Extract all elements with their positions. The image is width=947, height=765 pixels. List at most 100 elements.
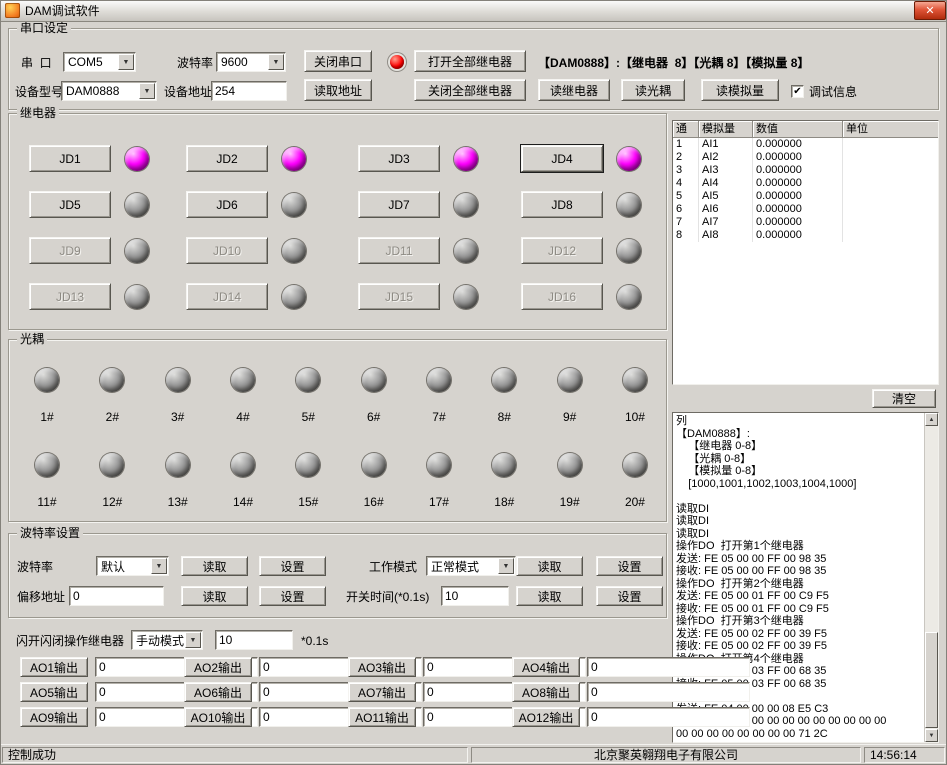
analog-table: 通模拟量数值单位 1AI10.0000002AI20.0000003AI30.0… xyxy=(672,120,939,385)
log-line: 【DAM0888】: xyxy=(676,428,923,441)
scroll-up-icon[interactable]: ▲ xyxy=(925,413,938,426)
ao-button-ao2[interactable]: AO2输出 xyxy=(184,657,252,677)
relay-button-jd10[interactable]: JD10 xyxy=(186,237,268,264)
opto-channel-label: 16# xyxy=(364,495,384,509)
chevron-down-icon[interactable]: ▼ xyxy=(139,83,155,99)
chevron-down-icon[interactable]: ▼ xyxy=(498,558,514,574)
serial-status-led xyxy=(390,55,404,69)
opto-led-12 xyxy=(100,453,124,477)
close-all-relays-button[interactable]: 关闭全部继电器 xyxy=(414,79,526,101)
relay-cell: JD11 xyxy=(358,237,521,264)
relay-button-jd9[interactable]: JD9 xyxy=(29,237,111,264)
relay-button-jd8[interactable]: JD8 xyxy=(521,191,603,218)
ao-button-ao6[interactable]: AO6输出 xyxy=(184,682,252,702)
address-input[interactable] xyxy=(211,81,287,101)
flash-time-input[interactable] xyxy=(215,630,293,650)
clear-button[interactable]: 清空 xyxy=(872,389,936,408)
close-button[interactable]: ✕ xyxy=(914,1,946,20)
log-line: 接收: FE 05 00 01 FF 00 C9 F5 xyxy=(676,603,923,616)
switch-time-set-button[interactable]: 设置 xyxy=(596,586,663,606)
chevron-down-icon[interactable]: ▼ xyxy=(151,558,167,574)
opto-channel-label: 15# xyxy=(298,495,318,509)
scroll-thumb[interactable] xyxy=(925,632,938,728)
relay-cell: JD9 xyxy=(29,237,186,264)
chevron-down-icon[interactable]: ▼ xyxy=(185,632,201,648)
relay-button-jd15[interactable]: JD15 xyxy=(358,283,440,310)
opto-channel: 15# xyxy=(288,453,328,509)
opto-channel: 19# xyxy=(550,453,590,509)
ao-input-ao8[interactable] xyxy=(587,682,750,702)
opto-led-17 xyxy=(427,453,451,477)
relay-button-jd6[interactable]: JD6 xyxy=(186,191,268,218)
read-analog-button[interactable]: 读模拟量 xyxy=(701,79,779,101)
ao-button-ao1[interactable]: AO1输出 xyxy=(20,657,88,677)
relay-button-jd14[interactable]: JD14 xyxy=(186,283,268,310)
scroll-down-icon[interactable]: ▼ xyxy=(925,729,938,742)
opto-channel-label: 1# xyxy=(40,410,53,424)
debug-info-checkbox[interactable]: ✔ 调试信息 xyxy=(791,83,857,100)
relay-button-jd3[interactable]: JD3 xyxy=(358,145,440,172)
chevron-down-icon[interactable]: ▼ xyxy=(268,54,284,70)
relay-cell: JD12 xyxy=(521,237,659,264)
device-summary: 【DAM0888】:【继电器 8】【光耦 8】【模拟量 8】 xyxy=(538,56,809,71)
relay-button-jd7[interactable]: JD7 xyxy=(358,191,440,218)
ao-button-ao5[interactable]: AO5输出 xyxy=(20,682,88,702)
check-icon: ✔ xyxy=(793,86,801,97)
relay-cell: JD6 xyxy=(186,191,358,218)
ao-input-ao4[interactable] xyxy=(587,657,750,677)
switch-time-input[interactable] xyxy=(441,586,509,606)
baudrate-set-button[interactable]: 设置 xyxy=(259,556,326,576)
ao-button-ao12[interactable]: AO12输出 xyxy=(512,707,580,727)
switch-time-read-button[interactable]: 读取 xyxy=(516,586,583,606)
relay-button-jd1[interactable]: JD1 xyxy=(29,145,111,172)
relay-button-jd4[interactable]: JD4 xyxy=(521,145,603,172)
relay-button-jd12[interactable]: JD12 xyxy=(521,237,603,264)
baudrate-value: 默认 xyxy=(101,558,125,575)
port-select[interactable]: COM5 ▼ xyxy=(63,52,136,72)
relay-button-jd13[interactable]: JD13 xyxy=(29,283,111,310)
ao-button-ao11[interactable]: AO11输出 xyxy=(348,707,416,727)
read-relay-button[interactable]: 读继电器 xyxy=(538,79,610,101)
log-line: 操作DO 打开第1个继电器 xyxy=(676,540,923,553)
ao-input-ao12[interactable] xyxy=(587,707,750,727)
opto-channel: 17# xyxy=(419,453,459,509)
opto-led-8 xyxy=(492,368,516,392)
ao-button-ao3[interactable]: AO3输出 xyxy=(348,657,416,677)
offset-input[interactable] xyxy=(69,586,164,606)
ao-button-ao4[interactable]: AO4输出 xyxy=(512,657,580,677)
chevron-down-icon[interactable]: ▼ xyxy=(118,54,134,70)
relay-cell: JD7 xyxy=(358,191,521,218)
ao-button-ao8[interactable]: AO8输出 xyxy=(512,682,580,702)
ao-button-ao9[interactable]: AO9输出 xyxy=(20,707,88,727)
ao-cell: AO4输出 xyxy=(512,657,663,677)
log-line: 【光耦 0-8】 xyxy=(676,453,923,466)
read-address-button[interactable]: 读取地址 xyxy=(304,79,372,101)
baudrate-read-button[interactable]: 读取 xyxy=(181,556,248,576)
open-all-relays-button[interactable]: 打开全部继电器 xyxy=(414,50,526,72)
relay-cell: JD15 xyxy=(358,283,521,310)
ao-cell: AO6输出 xyxy=(184,682,335,702)
flash-mode-select[interactable]: 手动模式 ▼ xyxy=(131,630,203,650)
baudrate-select[interactable]: 默认 ▼ xyxy=(96,556,169,576)
relay-button-jd2[interactable]: JD2 xyxy=(186,145,268,172)
relay-button-jd11[interactable]: JD11 xyxy=(358,237,440,264)
status-message: 控制成功 xyxy=(2,747,468,763)
relay-button-jd5[interactable]: JD5 xyxy=(29,191,111,218)
opto-channel-label: 19# xyxy=(560,495,580,509)
analog-column-header: 通 xyxy=(673,121,699,138)
model-select[interactable]: DAM0888 ▼ xyxy=(61,81,157,101)
opto-channel: 6# xyxy=(354,368,394,424)
workmode-read-button[interactable]: 读取 xyxy=(516,556,583,576)
close-serial-button[interactable]: 关闭串口 xyxy=(304,50,372,72)
ao-cell: AO9输出 xyxy=(20,707,171,727)
workmode-select[interactable]: 正常模式 ▼ xyxy=(426,556,516,576)
ao-button-ao7[interactable]: AO7输出 xyxy=(348,682,416,702)
baud-select[interactable]: 9600 ▼ xyxy=(216,52,286,72)
ao-button-ao10[interactable]: AO10输出 xyxy=(184,707,252,727)
offset-read-button[interactable]: 读取 xyxy=(181,586,248,606)
read-opto-button[interactable]: 读光耦 xyxy=(621,79,685,101)
relay-button-jd16[interactable]: JD16 xyxy=(521,283,603,310)
log-scrollbar[interactable]: ▲ ▼ xyxy=(924,413,938,742)
offset-set-button[interactable]: 设置 xyxy=(259,586,326,606)
workmode-set-button[interactable]: 设置 xyxy=(596,556,663,576)
